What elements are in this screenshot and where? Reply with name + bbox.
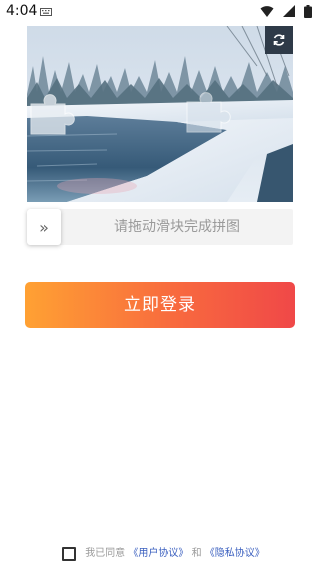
captcha-puzzle-image — [27, 26, 293, 202]
status-bar: 4:04 — [0, 0, 320, 24]
agreement-prefix: 我已同意 — [85, 548, 126, 559]
user-agreement-link[interactable]: 《用户协议》 — [128, 548, 188, 559]
snowy-lake-landscape — [27, 26, 293, 202]
agreement-row: 我已同意 《用户协议》 和 《隐私协议》 — [62, 545, 265, 563]
refresh-button[interactable] — [265, 26, 293, 54]
refresh-icon — [273, 34, 285, 46]
login-button[interactable]: 立即登录 — [25, 282, 295, 328]
agreement-and: 和 — [191, 548, 202, 559]
system-icons — [256, 5, 312, 24]
agree-checkbox[interactable] — [62, 547, 76, 561]
battery-icon — [304, 5, 312, 18]
status-time: 4:04 — [6, 3, 38, 19]
keyboard-icon — [40, 8, 52, 16]
slider-hint: 请拖动滑块完成拼图 — [114, 219, 240, 235]
privacy-agreement-link[interactable]: 《隐私协议》 — [205, 548, 265, 559]
double-chevron-right-icon: » — [39, 217, 49, 237]
wifi-icon — [260, 6, 274, 17]
slider-handle[interactable]: » — [27, 209, 61, 245]
signal-icon — [282, 5, 295, 17]
